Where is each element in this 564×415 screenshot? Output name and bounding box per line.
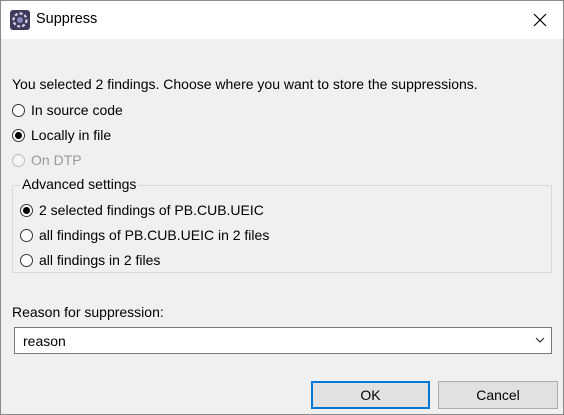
- prompt-text: You selected 2 findings. Choose where yo…: [12, 76, 478, 92]
- radio-label: all findings in 2 files: [39, 252, 161, 268]
- radio-button[interactable]: [20, 228, 33, 242]
- radio-all-findings[interactable]: all findings in 2 files: [20, 252, 160, 268]
- radio-button[interactable]: [20, 253, 33, 267]
- close-icon: [533, 13, 547, 27]
- radio-button[interactable]: [12, 128, 25, 142]
- radio-all-findings-of-rule[interactable]: all findings of PB.CUB.UEIC in 2 files: [20, 227, 269, 243]
- radio-button[interactable]: [20, 203, 33, 217]
- chevron-down-icon[interactable]: [535, 337, 545, 344]
- radio-button: [12, 153, 25, 167]
- cancel-button-label: Cancel: [476, 387, 520, 403]
- dialog-content: You selected 2 findings. Choose where yo…: [1, 39, 563, 414]
- radio-on-dtp: On DTP: [12, 152, 82, 168]
- cancel-button[interactable]: Cancel: [438, 381, 558, 409]
- ok-button-label: OK: [360, 387, 381, 403]
- radio-button[interactable]: [12, 103, 25, 117]
- suppress-dialog: Suppress You selected 2 findings. Choose…: [0, 0, 564, 415]
- close-button[interactable]: [517, 1, 563, 39]
- ok-button[interactable]: OK: [311, 381, 430, 409]
- radio-label: 2 selected findings of PB.CUB.UEIC: [39, 202, 264, 218]
- window-title: Suppress: [36, 11, 98, 27]
- radio-selected-findings[interactable]: 2 selected findings of PB.CUB.UEIC: [20, 202, 264, 218]
- radio-label: In source code: [31, 102, 123, 118]
- radio-in-source-code[interactable]: In source code: [12, 102, 123, 118]
- reason-value: reason: [23, 333, 66, 349]
- radio-locally-in-file[interactable]: Locally in file: [12, 127, 111, 143]
- radio-label: Locally in file: [31, 127, 112, 143]
- radio-label: all findings of PB.CUB.UEIC in 2 files: [39, 227, 270, 243]
- gear-icon: [10, 10, 30, 30]
- advanced-settings-legend: Advanced settings: [20, 176, 139, 192]
- radio-label: On DTP: [31, 152, 82, 168]
- title-bar: Suppress: [1, 1, 563, 39]
- reason-label: Reason for suppression:: [12, 304, 164, 320]
- reason-combobox[interactable]: reason: [14, 327, 552, 354]
